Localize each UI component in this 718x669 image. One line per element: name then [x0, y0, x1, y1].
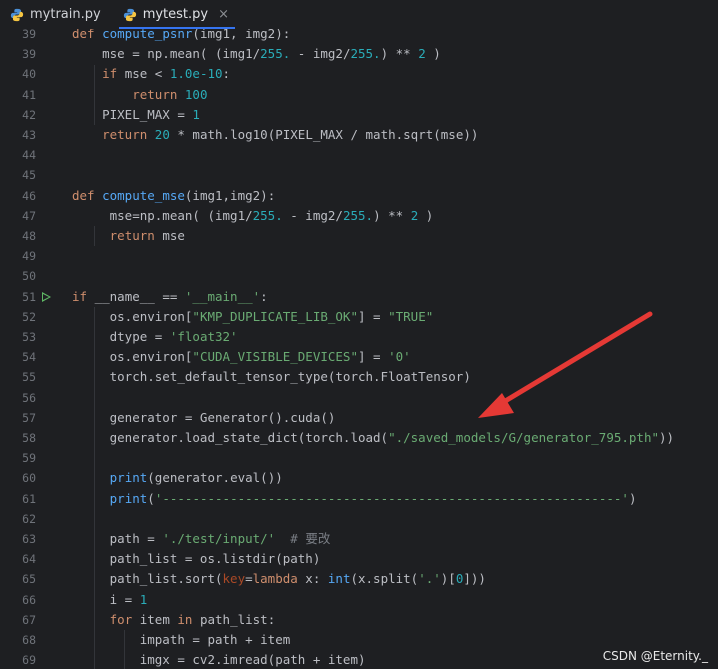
line-number: 54	[22, 350, 36, 365]
line-number: 59	[22, 451, 36, 466]
close-icon[interactable]: ×	[218, 7, 229, 22]
tab-label: mytest.py	[142, 7, 209, 22]
line-number: 48	[22, 229, 36, 243]
code-line[interactable]: dtype = 'float32'	[72, 327, 238, 347]
line-number-gutter: 39 39 40 41 42 43 44 45 46 47 48 49 50 51 52 53 54 55 56 57…	[0, 29, 58, 669]
python-file-icon	[10, 8, 24, 21]
code-line[interactable]: def compute_psnr(img1, img2):	[72, 29, 290, 44]
line-number: 46	[22, 188, 36, 203]
line-number: 62	[22, 511, 36, 526]
code-line[interactable]: path = './test/input/' # 要改	[72, 529, 331, 549]
line-number: 44	[22, 148, 36, 163]
code-line[interactable]: path_list = os.listdir(path)	[72, 549, 321, 569]
code-line[interactable]: return 20 * math.log10(PIXEL_MAX / math.…	[72, 125, 478, 145]
code-line[interactable]: os.environ["CUDA_VISIBLE_DEVICES"] = '0'	[72, 347, 411, 367]
line-number: 63	[22, 532, 36, 546]
line-number: 39	[22, 47, 36, 62]
tab-label: mytrain.py	[30, 7, 101, 22]
code-line[interactable]: for item in path_list:	[72, 610, 276, 630]
line-number: 66	[22, 592, 36, 607]
code-area[interactable]: def compute_psnr(img1, img2): mse = np.m…	[72, 29, 718, 669]
code-line[interactable]: generator = Generator().cuda()	[72, 408, 336, 428]
code-line[interactable]: print(generator.eval())	[72, 468, 283, 488]
code-line[interactable]: mse = np.mean( (img1/255. - img2/255.) *…	[72, 44, 441, 64]
code-line[interactable]: path_list.sort(key=lambda x: int(x.split…	[72, 569, 486, 589]
code-line[interactable]: return mse	[72, 226, 185, 246]
watermark: CSDN @Eternity._	[602, 649, 708, 663]
line-number: 60	[22, 471, 36, 486]
code-line[interactable]: def compute_mse(img1,img2):	[72, 186, 275, 206]
line-number: 56	[22, 390, 36, 405]
line-number: 49	[22, 249, 36, 264]
line-number: 43	[22, 128, 36, 142]
line-number: 39	[22, 29, 36, 41]
line-number: 50	[22, 269, 36, 284]
line-number: 40	[22, 67, 36, 82]
code-line[interactable]: if __name__ == '__main__':	[72, 287, 268, 307]
run-icon[interactable]	[42, 291, 51, 302]
code-line[interactable]: imgx = cv2.imread(path + item)	[72, 650, 366, 669]
code-line[interactable]: generator.load_state_dict(torch.load("./…	[72, 428, 674, 448]
code-line[interactable]: print('---------------------------------…	[72, 489, 637, 509]
line-number: 55	[22, 370, 36, 385]
line-number: 58	[22, 431, 36, 445]
line-number: 45	[22, 168, 36, 183]
code-line[interactable]: torch.set_default_tensor_type(torch.Floa…	[72, 367, 471, 387]
code-editor[interactable]: 39 39 40 41 42 43 44 45 46 47 48 49 50 51 52 53 54 55 56 57…	[0, 29, 718, 669]
code-line[interactable]: return 100	[72, 85, 207, 105]
code-line[interactable]: impath = path + item	[72, 630, 291, 650]
line-number: 67	[22, 612, 36, 627]
tab-mytest[interactable]: mytest.py ×	[113, 0, 241, 29]
editor-tab-bar: mytrain.py mytest.py ×	[0, 0, 718, 30]
line-number: 51	[22, 289, 36, 304]
python-file-icon	[123, 8, 136, 21]
line-number: 69	[22, 653, 36, 668]
line-number: 68	[22, 633, 36, 647]
line-number: 53	[22, 330, 36, 344]
line-number: 47	[22, 208, 36, 223]
code-line[interactable]: mse=np.mean( (img1/255. - img2/255.) ** …	[72, 206, 434, 226]
code-line[interactable]: PIXEL_MAX = 1	[72, 105, 200, 125]
line-number: 64	[22, 552, 36, 567]
code-line[interactable]: i = 1	[72, 590, 148, 610]
line-number: 61	[22, 491, 36, 506]
line-number: 42	[22, 107, 36, 122]
line-number: 57	[22, 410, 36, 425]
line-number: 41	[22, 87, 36, 102]
line-number: 52	[22, 309, 36, 324]
tab-mytrain[interactable]: mytrain.py	[0, 0, 113, 29]
code-line[interactable]: if mse < 1.0e-10:	[72, 64, 230, 84]
code-line[interactable]: os.environ["KMP_DUPLICATE_LIB_OK"] = "TR…	[72, 307, 434, 327]
line-number: 65	[22, 572, 36, 587]
